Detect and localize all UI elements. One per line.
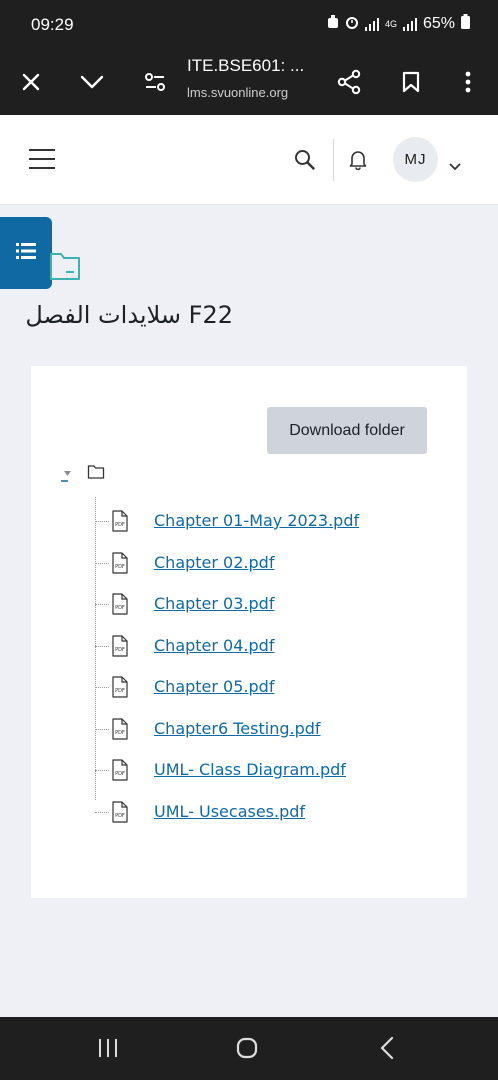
tree-branch: [95, 687, 109, 688]
folder-icon: [48, 250, 82, 286]
home-icon[interactable]: [236, 1037, 258, 1063]
file-link[interactable]: UML- Class Diagram.pdf: [154, 760, 346, 779]
tree-branch: [95, 728, 109, 730]
file-link[interactable]: UML- Usecases.pdf: [154, 802, 305, 821]
pdf-file-icon[interactable]: PDF: [111, 676, 129, 702]
tree-branch: [95, 645, 109, 647]
pdf-file-icon[interactable]: PDF: [111, 593, 129, 619]
bookmark-icon[interactable]: [393, 64, 429, 100]
avatar[interactable]: MJ: [393, 137, 438, 182]
site-settings-icon[interactable]: [137, 64, 173, 100]
back-icon[interactable]: [380, 1036, 394, 1064]
file-link[interactable]: Chapter 05.pdf: [154, 677, 274, 696]
pdf-file-icon[interactable]: PDF: [111, 634, 129, 661]
tree-branch: [95, 521, 109, 522]
recent-apps-icon[interactable]: [98, 1038, 118, 1062]
url-host[interactable]: lms.svuonline.org: [187, 85, 288, 100]
pdf-icon-label: PDF: [115, 522, 125, 528]
menu-icon[interactable]: [29, 148, 55, 174]
course-index-toggle[interactable]: [0, 217, 52, 289]
page-tab-title[interactable]: ITE.BSE601: ...: [187, 56, 304, 76]
pdf-icon-label: PDF: [115, 564, 125, 570]
tree-connector: [95, 497, 96, 800]
pdf-icon-label: PDF: [115, 813, 125, 819]
chevron-down-icon[interactable]: [74, 64, 110, 100]
tree-branch: [95, 604, 109, 605]
file-link[interactable]: Chapter 01-May 2023.pdf: [154, 511, 359, 530]
notification-icon: [327, 14, 339, 34]
pdf-file-icon[interactable]: PDF: [111, 510, 129, 536]
network-type: 4G: [384, 18, 397, 29]
list-icon: [16, 243, 36, 263]
tree-expand-icon[interactable]: [61, 468, 73, 487]
folder-icon: [87, 464, 105, 484]
pdf-file-icon[interactable]: PDF: [111, 800, 129, 827]
pdf-file-icon[interactable]: PDF: [111, 759, 129, 785]
search-icon[interactable]: [294, 149, 315, 174]
user-menu-chevron-icon[interactable]: [449, 156, 461, 175]
pdf-icon-label: PDF: [115, 771, 125, 777]
page-title: F22 سلايدات الفصل: [25, 301, 233, 329]
file-link[interactable]: Chapter 04.pdf: [154, 636, 274, 655]
folder-content-card: Download folder PDF Chapter 01-May 2023.p…: [31, 366, 467, 898]
pdf-icon-label: PDF: [115, 730, 125, 736]
tree-branch: [95, 562, 109, 564]
bell-icon[interactable]: [349, 149, 367, 174]
tree-branch: [95, 770, 109, 771]
file-link[interactable]: Chapter 02.pdf: [154, 553, 274, 572]
file-link[interactable]: Chapter 03.pdf: [154, 594, 274, 613]
status-indicators: 4G 65%: [327, 14, 470, 34]
pdf-icon-label: PDF: [115, 647, 125, 653]
header-divider: [333, 139, 334, 181]
signal-icon-2: [402, 17, 417, 31]
pdf-icon-label: PDF: [115, 688, 125, 694]
pdf-file-icon[interactable]: PDF: [111, 717, 129, 744]
browser-toolbar: ITE.BSE601: ... lms.svuonline.org: [0, 50, 498, 115]
file-link[interactable]: Chapter6 Testing.pdf: [154, 719, 321, 738]
pdf-icon-label: PDF: [115, 605, 125, 611]
close-icon[interactable]: [13, 64, 49, 100]
battery-level: 65%: [422, 15, 455, 32]
battery-icon: [461, 14, 470, 34]
pdf-file-icon[interactable]: PDF: [111, 551, 129, 578]
alarm-icon: [345, 15, 359, 34]
download-folder-button[interactable]: Download folder: [267, 407, 427, 454]
status-bar: 09:29 4G 65%: [0, 0, 498, 50]
share-icon[interactable]: [331, 64, 367, 100]
signal-icon: [364, 17, 379, 31]
status-time: 09:29: [31, 15, 74, 34]
tree-branch: [95, 811, 109, 813]
system-nav-bar: [0, 1017, 498, 1080]
site-header: MJ: [0, 115, 498, 205]
more-vert-icon[interactable]: [450, 64, 486, 100]
